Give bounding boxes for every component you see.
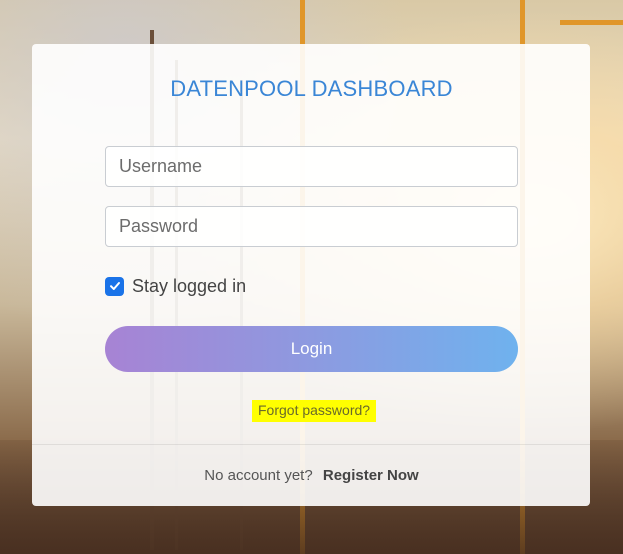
no-account-text: No account yet?	[204, 467, 313, 484]
register-row: No account yet? Register Now	[0, 467, 623, 484]
stay-logged-in-row[interactable]: Stay logged in	[105, 274, 246, 298]
check-icon	[109, 282, 120, 290]
login-button[interactable]: Login	[105, 326, 518, 372]
username-input[interactable]	[105, 146, 518, 187]
background-crane-arm	[560, 20, 623, 25]
password-input[interactable]	[105, 206, 518, 247]
register-now-link[interactable]: Register Now	[323, 467, 419, 484]
forgot-password-link[interactable]: Forgot password?	[252, 400, 377, 422]
stay-logged-in-label: Stay logged in	[132, 275, 247, 296]
page-title: DATENPOOL DASHBOARD	[170, 76, 453, 101]
divider	[32, 444, 590, 445]
stay-logged-in-checkbox[interactable]	[105, 276, 124, 296]
